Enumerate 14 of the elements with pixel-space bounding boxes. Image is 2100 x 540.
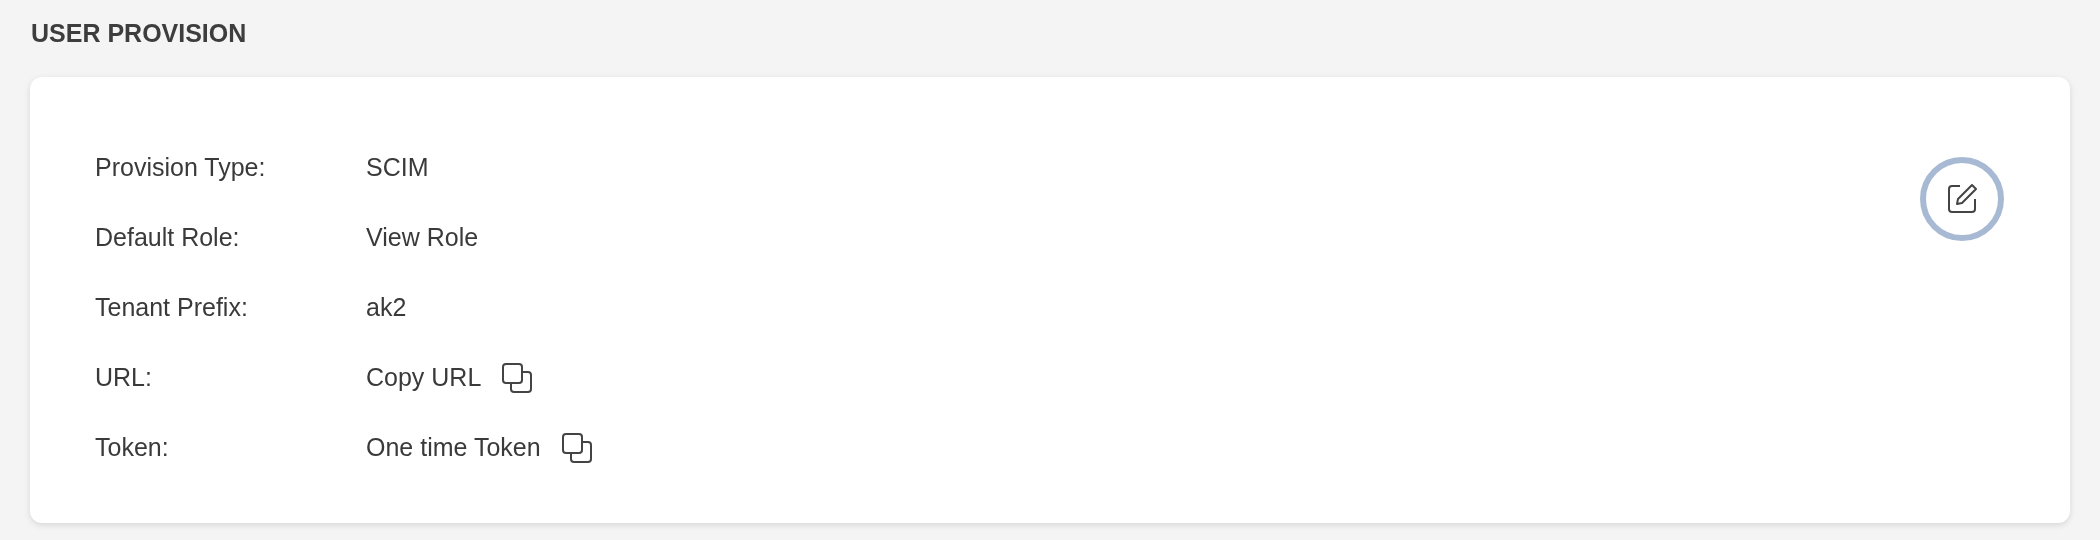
section-title: USER PROVISION (31, 18, 248, 49)
field-value: View Role (366, 222, 479, 254)
field-value: SCIM (366, 152, 429, 184)
field-value: One time Token (366, 432, 541, 464)
copy-icon[interactable] (560, 432, 593, 464)
field-label: Default Role: (95, 222, 241, 254)
field-label: Tenant Prefix: (95, 292, 249, 324)
field-value: ak2 (366, 292, 407, 324)
edit-icon (1946, 183, 1978, 215)
field-label: URL: (95, 362, 153, 394)
copy-icon[interactable] (501, 362, 534, 394)
field-label: Provision Type: (95, 152, 267, 184)
field-value: Copy URL (366, 362, 482, 394)
field-label: Token: (95, 432, 170, 464)
